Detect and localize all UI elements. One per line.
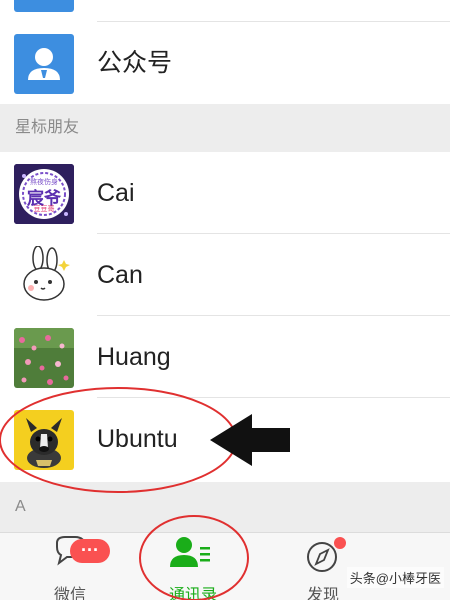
watermark-text: 头条@小棒牙医: [346, 567, 444, 588]
contact-name-can: Can: [97, 261, 143, 289]
chat-bubble-icon: [56, 536, 87, 566]
contacts-icon: [170, 537, 210, 567]
section-header-starred-label: 星标朋友: [15, 119, 80, 136]
tab-contacts[interactable]: 通讯录: [138, 533, 248, 600]
partial-row-icon: [14, 0, 74, 12]
partial-row-top[interactable]: [0, 0, 450, 22]
official-account-icon: [14, 34, 74, 94]
cai-avatar-line3: 豆豆哥: [33, 206, 55, 213]
chat-unread-badge-text: ···: [81, 540, 99, 560]
tab-contacts-label: 通讯录: [168, 587, 217, 600]
contact-row-huang[interactable]: Huang: [0, 316, 450, 398]
section-header-a-label: A: [15, 498, 26, 515]
contact-avatar-can: [14, 246, 74, 306]
contact-avatar-cai: 熬夜伤身 宸爷 豆豆哥: [14, 164, 74, 224]
official-accounts-label: 公众号: [97, 49, 173, 77]
contact-row-can[interactable]: Can: [0, 234, 450, 316]
tab-chats[interactable]: ··· 微信: [15, 533, 125, 600]
section-header-starred: 星标朋友: [0, 104, 450, 152]
chat-unread-badge: ···: [70, 539, 110, 563]
contact-row-ubuntu[interactable]: Ubuntu: [0, 398, 450, 480]
contact-name-cai: Cai: [97, 179, 135, 207]
contact-row-cai[interactable]: 熬夜伤身 宸爷 豆豆哥 Cai: [0, 152, 450, 234]
contact-name-huang: Huang: [97, 343, 171, 371]
section-header-a: A: [0, 482, 450, 532]
contact-name-ubuntu: Ubuntu: [97, 425, 178, 453]
contact-avatar-ubuntu: [14, 410, 74, 470]
tab-chats-label: 微信: [53, 587, 86, 600]
contact-avatar-huang: [14, 328, 74, 388]
bottom-tab-bar: ··· 微信 通讯录 发现: [0, 532, 450, 600]
official-accounts-row[interactable]: 公众号: [0, 22, 450, 104]
